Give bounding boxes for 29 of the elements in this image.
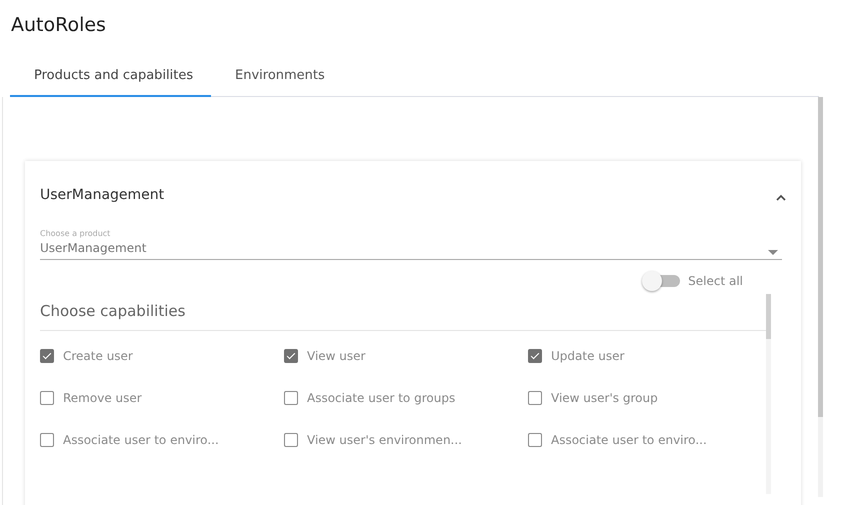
checkbox[interactable] [528,391,542,405]
product-select[interactable]: Choose a product UserManagement [40,229,782,260]
toggle-label: Select all [688,274,743,288]
scrollbar[interactable] [766,294,771,494]
checkbox[interactable] [40,349,54,363]
section-heading: Choose capabilities [40,294,766,331]
capability-label: View user's environmen... [307,433,462,447]
capability-label: Associate user to enviro... [63,433,219,447]
capability-label: Associate user to groups [307,391,456,405]
tab[interactable]: Products and capabilites [10,55,211,97]
capability-label: Remove user [63,391,142,405]
dropdown-caret-icon [768,250,778,255]
checkbox[interactable] [40,433,54,447]
app-title: AutoRoles [11,14,106,36]
checkbox[interactable] [528,349,542,363]
checkbox[interactable] [284,433,298,447]
checkbox[interactable] [528,433,542,447]
capability-label: View user's group [551,391,658,405]
tab[interactable]: Environments [211,55,349,97]
capability-label: Create user [63,349,133,363]
checkbox[interactable] [284,391,298,405]
card-title: UserManagement [40,187,164,203]
collapse-chevron-icon[interactable] [776,194,786,200]
capability-label: Associate user to enviro... [551,433,707,447]
checkbox[interactable] [40,391,54,405]
checkbox[interactable] [284,349,298,363]
capability-label: View user [307,349,366,363]
scrollbar[interactable] [818,97,823,497]
capability-label: Update user [551,349,624,363]
